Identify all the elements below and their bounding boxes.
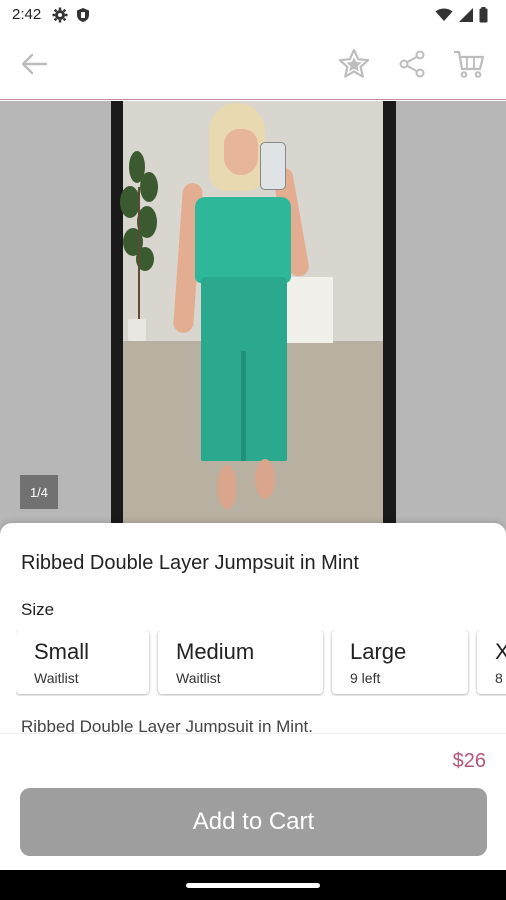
product-photo xyxy=(111,101,396,541)
cart-button[interactable] xyxy=(451,48,487,84)
size-option-medium[interactable]: Medium Waitlist xyxy=(158,630,323,694)
product-price: $26 xyxy=(452,750,486,772)
back-arrow-icon xyxy=(20,52,48,81)
size-option-small[interactable]: Small Waitlist xyxy=(16,630,149,694)
shield-icon xyxy=(76,7,90,28)
size-name: Small xyxy=(34,639,90,664)
status-left-icons xyxy=(52,7,90,28)
signal-icon xyxy=(458,8,474,27)
size-name: Medium xyxy=(176,639,255,664)
purchase-footer: $26 Add to Cart xyxy=(0,733,506,869)
app-bar xyxy=(0,32,506,100)
system-navigation-bar xyxy=(0,870,506,900)
size-status: Waitlist xyxy=(176,670,221,686)
gear-icon xyxy=(52,7,68,28)
size-option-large[interactable]: Large 9 left xyxy=(332,630,468,694)
size-name: Large xyxy=(350,639,407,664)
add-to-cart-button[interactable]: Add to Cart xyxy=(20,788,487,856)
size-status: Waitlist xyxy=(34,670,79,686)
plant-decoration xyxy=(120,151,158,322)
product-details-sheet: Ribbed Double Layer Jumpsuit in Mint Siz… xyxy=(0,523,506,736)
size-label: Size xyxy=(21,600,55,619)
favorite-button[interactable] xyxy=(336,48,372,84)
size-status: 8 xyxy=(495,670,503,686)
home-handle[interactable] xyxy=(186,883,320,888)
wifi-icon xyxy=(435,8,453,27)
size-status: 9 left xyxy=(350,670,381,686)
share-icon xyxy=(398,50,426,83)
size-option-x[interactable]: X 8 xyxy=(477,630,506,694)
status-bar: 2:42 xyxy=(0,0,506,32)
battery-icon xyxy=(479,7,488,28)
image-counter: 1/4 xyxy=(20,475,58,509)
size-options: Small Waitlist Medium Waitlist Large 9 l… xyxy=(16,630,506,696)
share-button[interactable] xyxy=(394,48,430,84)
size-name: X xyxy=(495,639,506,664)
star-icon xyxy=(337,48,371,85)
status-right-icons xyxy=(435,7,488,28)
back-button[interactable] xyxy=(16,48,52,84)
product-image-gallery[interactable]: 1/4 xyxy=(0,101,506,541)
status-time: 2:42 xyxy=(12,6,42,23)
product-title: Ribbed Double Layer Jumpsuit in Mint xyxy=(21,552,359,574)
cart-icon xyxy=(453,49,485,84)
